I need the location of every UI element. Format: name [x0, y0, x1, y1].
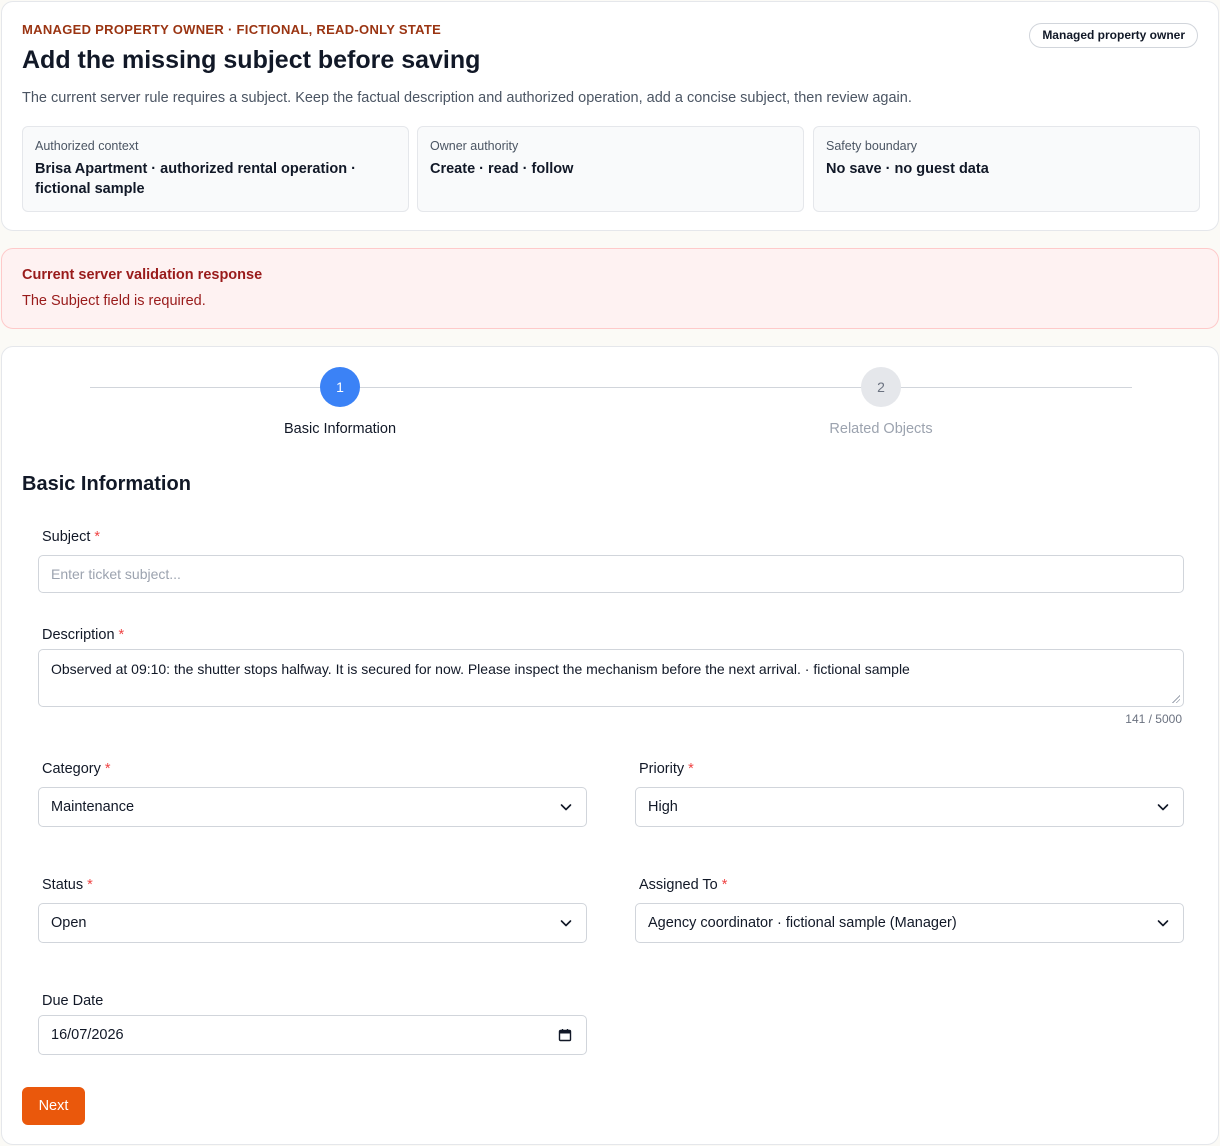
- info-box-safety-boundary: Safety boundary No save · no guest data: [813, 126, 1200, 212]
- validation-error-message: The Subject field is required.: [22, 293, 206, 309]
- required-mark: *: [87, 877, 93, 893]
- validation-error-alert: Current server validation response The S…: [1, 248, 1219, 329]
- assigned-to-label-text: Assigned To: [639, 877, 718, 893]
- subject-label-text: Subject: [42, 529, 91, 545]
- description-textarea[interactable]: Observed at 09:10: the shutter stops hal…: [38, 649, 1184, 707]
- step-1-label[interactable]: Basic Information: [220, 421, 460, 437]
- due-date-value: 16/07/2026: [51, 1027, 124, 1043]
- status-select[interactable]: Open: [38, 903, 587, 943]
- priority-select[interactable]: High: [635, 787, 1184, 827]
- status-label-text: Status: [42, 877, 84, 893]
- description-value: Observed at 09:10: the shutter stops hal…: [51, 661, 910, 677]
- required-mark: *: [104, 761, 111, 777]
- assigned-to-select[interactable]: Agency coordinator · fictional sample (M…: [635, 903, 1184, 943]
- priority-label: Priority *: [639, 761, 694, 777]
- info-box-authorized-context: Authorized context Brisa Apartment · aut…: [22, 126, 409, 212]
- required-mark: *: [94, 529, 101, 545]
- chevron-down-icon: [1157, 804, 1169, 811]
- role-badge: Managed property owner: [1029, 23, 1198, 48]
- due-date-label-text: Due Date: [42, 993, 104, 1009]
- validation-error-title: Current server validation response: [22, 267, 263, 283]
- chevron-down-icon: [560, 804, 572, 811]
- due-date-input[interactable]: 16/07/2026: [38, 1015, 587, 1055]
- page-description: The current server rule requires a subje…: [22, 90, 912, 106]
- required-mark: *: [688, 761, 694, 777]
- eyebrow-label: MANAGED PROPERTY OWNER · FICTIONAL, READ…: [22, 22, 442, 37]
- assigned-to-selected-value: Agency coordinator · fictional sample (M…: [648, 915, 957, 931]
- info-box-value: Create · read · follow: [430, 161, 574, 177]
- section-title: Basic Information: [22, 473, 191, 495]
- category-selected-value: Maintenance: [51, 799, 135, 815]
- step-1-indicator[interactable]: 1: [320, 367, 360, 407]
- info-box-value: Brisa Apartment · authorized rental oper…: [35, 159, 396, 199]
- context-header-card: MANAGED PROPERTY OWNER · FICTIONAL, READ…: [1, 1, 1219, 231]
- info-box-value-line: fictional sample: [35, 181, 145, 197]
- subject-input[interactable]: [38, 555, 1184, 593]
- due-date-label: Due Date: [42, 993, 103, 1009]
- description-label-text: Description: [42, 627, 115, 643]
- required-mark: *: [721, 877, 728, 893]
- priority-selected-value: High: [648, 799, 678, 815]
- chevron-down-icon: [560, 920, 572, 927]
- category-select[interactable]: Maintenance: [38, 787, 587, 827]
- required-mark: *: [118, 627, 125, 643]
- next-button[interactable]: Next: [22, 1087, 85, 1125]
- page-title: Add the missing subject before saving: [22, 46, 481, 74]
- calendar-icon[interactable]: [558, 1028, 572, 1042]
- info-box-label: Authorized context: [35, 139, 139, 153]
- category-label-text: Category: [42, 761, 101, 777]
- description-label: Description *: [42, 627, 124, 643]
- category-label: Category *: [42, 761, 111, 777]
- step-2-indicator[interactable]: 2: [861, 367, 901, 407]
- info-box-value: No save · no guest data: [826, 161, 989, 177]
- info-box-label: Safety boundary: [826, 139, 918, 153]
- step-2-label[interactable]: Related Objects: [761, 421, 1001, 437]
- description-char-count: 141 / 5000: [1125, 712, 1182, 726]
- subject-label: Subject *: [42, 529, 100, 545]
- info-box-owner-authority: Owner authority Create · read · follow: [417, 126, 804, 212]
- assigned-to-label: Assigned To *: [639, 877, 727, 893]
- resize-grip-icon[interactable]: [1172, 695, 1180, 703]
- status-selected-value: Open: [51, 915, 87, 931]
- status-label: Status *: [42, 877, 93, 893]
- info-box-label: Owner authority: [430, 139, 519, 153]
- priority-label-text: Priority: [639, 761, 685, 777]
- info-box-value-line: Brisa Apartment · authorized rental oper…: [35, 161, 356, 177]
- ticket-form-card: 1 2 Basic Information Related Objects Ba…: [1, 346, 1219, 1145]
- chevron-down-icon: [1157, 920, 1169, 927]
- stepper-track: [90, 387, 1132, 388]
